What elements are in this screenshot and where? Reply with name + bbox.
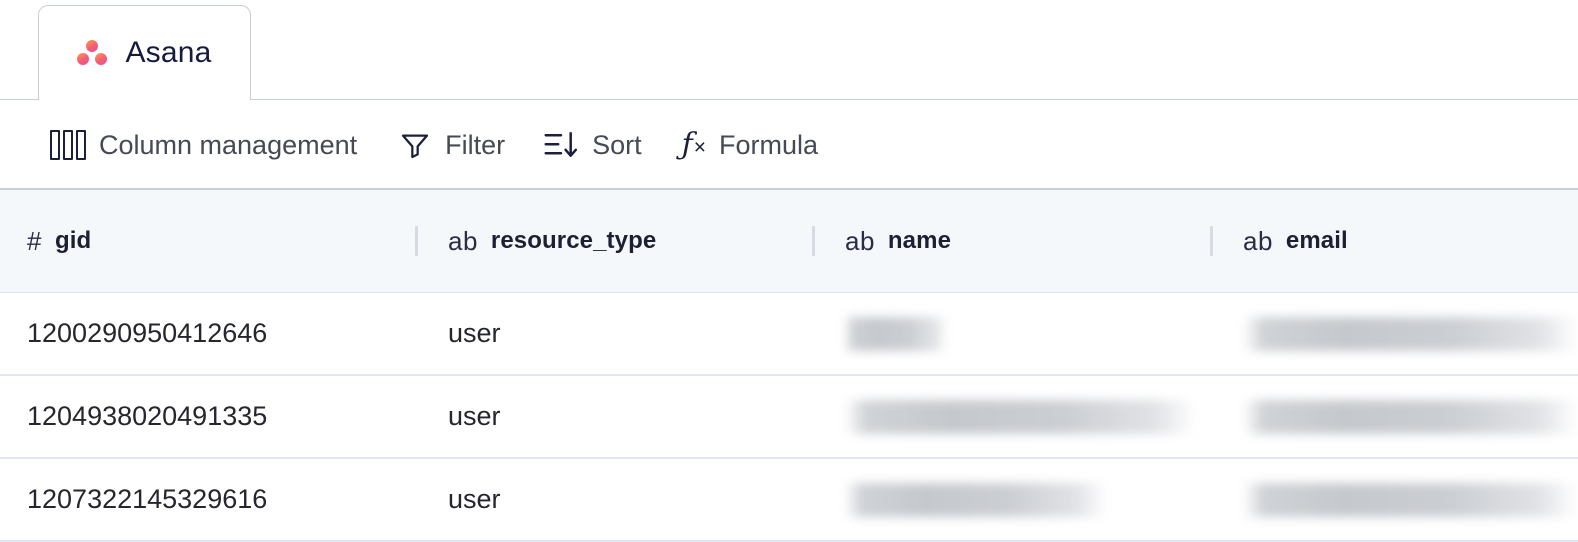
filter-label: Filter xyxy=(445,129,506,160)
cell-name[interactable] xyxy=(812,293,1210,374)
column-header-gid-label: gid xyxy=(54,227,92,254)
column-management-label: Column management xyxy=(99,129,358,160)
filter-icon xyxy=(398,129,432,161)
number-type-icon: # xyxy=(27,226,42,256)
table-header-row: # gid ab resource_type ab name ab email xyxy=(0,190,1578,293)
cell-email[interactable] xyxy=(1210,459,1578,540)
column-divider[interactable] xyxy=(1210,226,1213,256)
table-row[interactable]: 1207322145329616 user xyxy=(0,459,1578,542)
asana-logo-icon xyxy=(77,39,108,67)
redacted-email-value xyxy=(1243,482,1578,517)
text-type-icon: ab xyxy=(845,226,875,256)
cell-resource-type-value: user xyxy=(448,401,501,431)
column-header-email[interactable]: ab email xyxy=(1210,190,1578,292)
cell-name[interactable] xyxy=(812,376,1210,457)
formula-button[interactable]: ƒ× Formula xyxy=(682,130,818,161)
cell-resource-type[interactable]: user xyxy=(415,293,812,374)
column-header-resource-type-label: resource_type xyxy=(490,227,657,254)
column-header-gid[interactable]: # gid xyxy=(0,190,415,292)
column-header-name[interactable]: ab name xyxy=(812,190,1210,292)
sort-label: Sort xyxy=(592,129,642,160)
toolbar: Column management Filter Sort ƒ× Formula xyxy=(0,100,1578,190)
cell-gid-value: 1207322145329616 xyxy=(27,484,268,514)
text-type-icon: ab xyxy=(1243,226,1273,256)
cell-name[interactable] xyxy=(812,459,1210,540)
cell-gid[interactable]: 1207322145329616 xyxy=(0,459,415,540)
cell-resource-type[interactable]: user xyxy=(415,376,812,457)
column-header-resource-type[interactable]: ab resource_type xyxy=(415,190,812,292)
cell-resource-type[interactable]: user xyxy=(415,459,812,540)
column-divider[interactable] xyxy=(812,226,815,256)
tab-bar: Asana xyxy=(0,0,1578,100)
redacted-name-value xyxy=(845,399,1196,434)
column-header-name-label: name xyxy=(887,227,952,254)
tab-asana-label: Asana xyxy=(125,36,212,69)
cell-gid[interactable]: 1204938020491335 xyxy=(0,376,415,457)
table-row[interactable]: 1204938020491335 user xyxy=(0,376,1578,459)
cell-gid-value: 1204938020491335 xyxy=(27,401,268,431)
sort-button[interactable]: Sort xyxy=(543,129,642,161)
redacted-name-value xyxy=(845,482,1107,517)
sort-descending-icon xyxy=(543,129,579,161)
cell-gid-value: 1200290950412646 xyxy=(27,318,268,348)
redacted-name-value xyxy=(845,316,947,351)
text-type-icon: ab xyxy=(448,226,478,256)
cell-gid[interactable]: 1200290950412646 xyxy=(0,293,415,374)
tab-asana[interactable]: Asana xyxy=(38,5,251,100)
data-table: # gid ab resource_type ab name ab email … xyxy=(0,190,1578,542)
columns-icon xyxy=(50,130,86,160)
filter-button[interactable]: Filter xyxy=(398,129,505,161)
column-management-button[interactable]: Column management xyxy=(50,130,357,161)
cell-resource-type-value: user xyxy=(448,318,501,348)
cell-email[interactable] xyxy=(1210,376,1578,457)
column-divider[interactable] xyxy=(415,226,418,256)
formula-label: Formula xyxy=(719,129,819,160)
cell-email[interactable] xyxy=(1210,293,1578,374)
column-header-email-label: email xyxy=(1285,227,1348,254)
redacted-email-value xyxy=(1243,316,1578,351)
table-row[interactable]: 1200290950412646 user xyxy=(0,293,1578,376)
fx-formula-icon: ƒ× xyxy=(681,127,707,162)
cell-resource-type-value: user xyxy=(448,484,501,514)
redacted-email-value xyxy=(1243,399,1578,434)
